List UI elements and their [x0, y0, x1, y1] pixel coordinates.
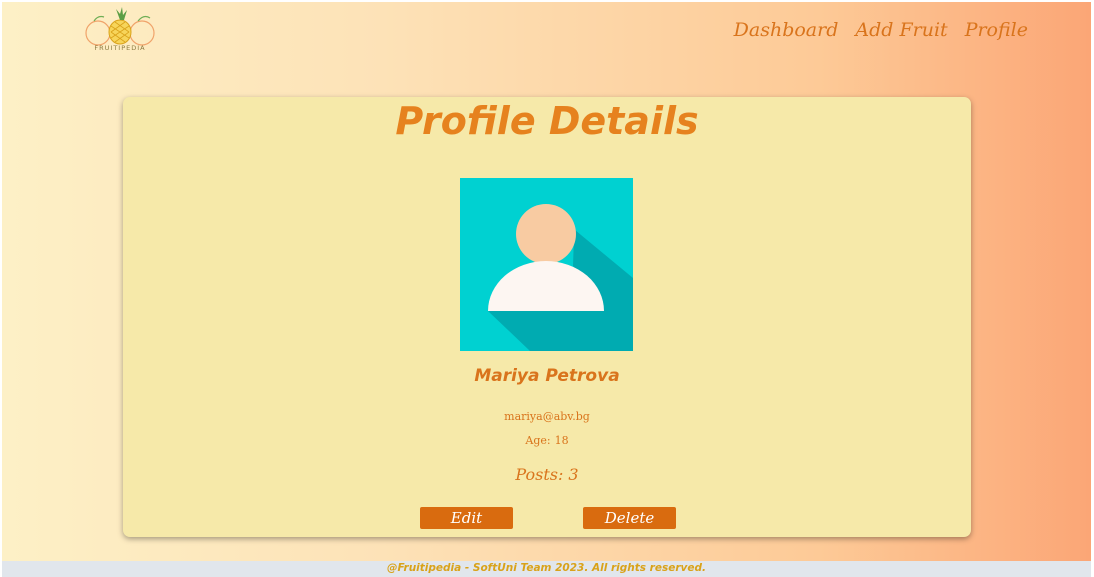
- user-avatar-icon: [460, 178, 633, 351]
- logo-text: FRUITIPEDIA: [94, 44, 146, 52]
- page-background: FRUITIPEDIA Dashboard Add Fruit Profile …: [2, 2, 1091, 561]
- profile-posts: Posts: 3: [123, 465, 971, 484]
- profile-email: mariya@abv.bg: [504, 410, 590, 423]
- nav-add-fruit-link[interactable]: Add Fruit: [855, 19, 947, 41]
- nav-dashboard-link[interactable]: Dashboard: [734, 19, 839, 41]
- delete-button[interactable]: Delete: [583, 507, 676, 529]
- edit-button[interactable]: Edit: [420, 507, 513, 529]
- fruit-logo-icon: [85, 7, 155, 46]
- posts-count: 3: [568, 465, 579, 484]
- profile-name: Mariya Petrova: [474, 366, 620, 386]
- posts-label: Posts:: [515, 465, 564, 484]
- footer: @Fruitipedia - SoftUni Team 2023. All ri…: [2, 561, 1091, 577]
- profile-age: Age: 18: [123, 434, 971, 447]
- age-value: 18: [554, 434, 569, 447]
- main-nav: Dashboard Add Fruit Profile: [734, 19, 1028, 41]
- nav-profile-link[interactable]: Profile: [965, 19, 1028, 41]
- profile-card: Profile Details Mariya Petrova mariya@ab…: [123, 97, 971, 537]
- age-label: Age:: [525, 434, 551, 447]
- fruitipedia-logo[interactable]: FRUITIPEDIA: [80, 6, 160, 60]
- page-title: Profile Details: [395, 99, 699, 143]
